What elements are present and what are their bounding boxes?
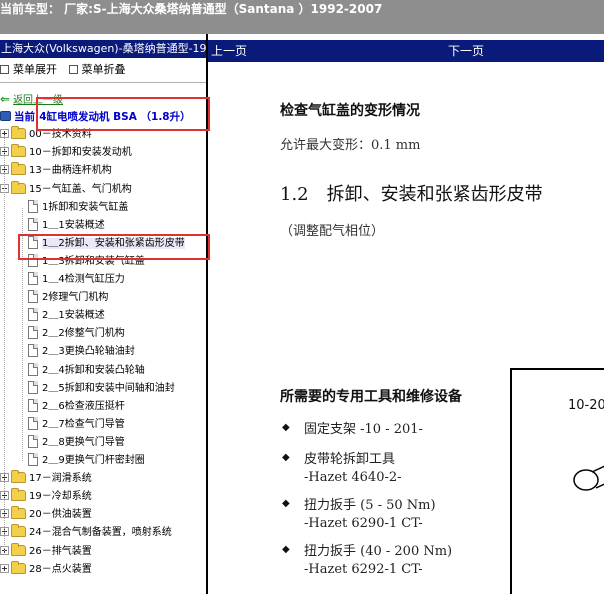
bullet-icon: ◆ [282,422,290,433]
expand-menu-button[interactable]: 菜单展开 [0,60,57,80]
engine-node-icon [0,111,11,122]
tree-doc-item[interactable]: 2＿8更换气门导管 [28,434,125,452]
tree-doc-item[interactable]: 1拆卸和安装气缸盖 [28,199,128,217]
bullet-icon: ◆ [282,544,290,555]
tool-item-line: -Hazet 4640-2- [304,470,402,485]
tool-item-line: 皮带轮拆卸工具 [304,452,396,467]
tree-doc-item[interactable]: 1＿1安装概述 [28,217,105,235]
back-arrow-icon: ⇐ [0,92,11,106]
tree-folder-item[interactable]: 15－气缸盖、气门机构 [0,180,132,199]
tool-item-line: 扭力扳手 (5 - 50 Nm) [304,498,436,513]
vehicle-title: 当前车型： 厂家:S-上海大众桑塔纳普通型（Santana ）1992-2007 [0,2,383,16]
collapse-menu-button[interactable]: 菜单折叠 [68,60,126,80]
document-icon [28,362,38,376]
document-icon [28,453,38,466]
section-title: 1.2 拆卸、安装和张紧齿形皮带 [280,184,543,205]
prev-page-link[interactable]: 上一页 [211,40,247,62]
tree-folder-item[interactable]: 17－润滑系统 [0,470,92,488]
folder-icon [11,144,26,158]
divider [0,82,206,83]
content-panel: 上一页 下一页 检查气缸盖的变形情况 允许最大变形：0.1 mm 1.2 拆卸、… [208,34,604,594]
folder-icon [11,470,26,484]
document-icon [28,398,38,412]
document-icon [28,308,38,322]
tools-heading: 所需要的专用工具和维修设备 [280,389,462,405]
document-icon [28,380,38,394]
tree-folder-item[interactable]: 24－混合气制备装置，喷射系统 [0,524,172,542]
tree-doc-item[interactable]: 2＿5拆卸和安装中间轴和油封 [28,380,175,398]
document-icon [28,217,38,231]
tree-doc-item[interactable]: 2＿3更换凸轮轴油封 [28,343,135,361]
tree-folder-item[interactable]: 26－排气装置 [0,542,92,561]
highlight-selected-item [18,234,210,260]
max-deformation-text: 允许最大变形：0.1 mm [280,138,421,153]
expand-icon [0,65,9,74]
next-page-link[interactable]: 下一页 [448,40,484,62]
tree-doc-item[interactable]: 2＿7检查气门导管 [28,416,125,434]
folder-icon [11,488,26,502]
document-icon [28,344,38,358]
folder-icon [11,126,26,140]
tree-doc-item[interactable]: 1＿4检测气缸压力 [28,271,125,289]
tree-folder-item[interactable]: 13－曲柄连杆机构 [0,162,112,180]
collapse-icon [68,65,78,74]
tree-folder-item[interactable]: 10－拆卸和安装发动机 [0,144,132,162]
app-window: 当前车型： 厂家:S-上海大众桑塔纳普通型（Santana ）1992-2007… [0,0,604,594]
document-icon [28,416,38,430]
bullet-icon: ◆ [282,452,290,463]
bullet-icon: ◆ [282,498,290,509]
left-panel-header: 上海大众(Volkswagen)-桑塔纳普通型-1992-2007 [0,40,206,58]
tool-item-line: 固定支架 -10 - 201- [304,422,423,437]
document-icon [28,290,38,304]
deformation-heading: 检查气缸盖的变形情况 [280,103,420,119]
document-icon [28,326,38,340]
folder-icon [11,162,26,176]
folder-icon [11,542,26,556]
highlight-back-current [36,97,210,131]
tree-folder-item[interactable]: 28－点火装置 [0,560,92,579]
tree-doc-item[interactable]: 2＿6检查液压挺杆 [28,398,125,416]
tree-doc-item[interactable]: 2＿4拆卸和安装凸轮轴 [28,362,145,380]
tree-doc-item[interactable]: 2＿2修整气门机构 [28,325,125,343]
tree-folder-item[interactable]: 19－冷却系统 [0,488,92,506]
document-icon [28,199,38,213]
folder-icon [11,506,26,520]
tool-item-line: -Hazet 6290-1 CT- [304,516,423,531]
tool-figure: 10-201 [510,368,604,594]
document-icon [28,272,38,285]
tree-doc-item[interactable]: 2＿9更换气门杆密封圈 [28,452,145,470]
tool-drawing [573,465,604,491]
page-nav: 上一页 下一页 [208,40,604,62]
expand-toggle-icon[interactable] [0,563,9,573]
tree-doc-item[interactable]: 2＿1安装概述 [28,307,105,325]
folder-icon [11,180,26,194]
tool-item-line: -Hazet 6292-1 CT- [304,562,423,577]
tree-toolbar: 菜单展开 菜单折叠 [0,60,206,80]
folder-icon [11,524,26,538]
tool-item-line: 扭力扳手 (40 - 200 Nm) [304,544,453,559]
tree-folder-item[interactable]: 20－供油装置 [0,506,92,524]
folder-icon [11,560,26,574]
title-bar: 当前车型： 厂家:S-上海大众桑塔纳普通型（Santana ）1992-2007 [0,0,604,34]
tree-connector [4,135,5,552]
section-subtitle: （调整配气相位） [280,224,385,239]
tree-doc-item[interactable]: 2修理气门机构 [28,289,108,307]
document-icon [28,434,38,448]
